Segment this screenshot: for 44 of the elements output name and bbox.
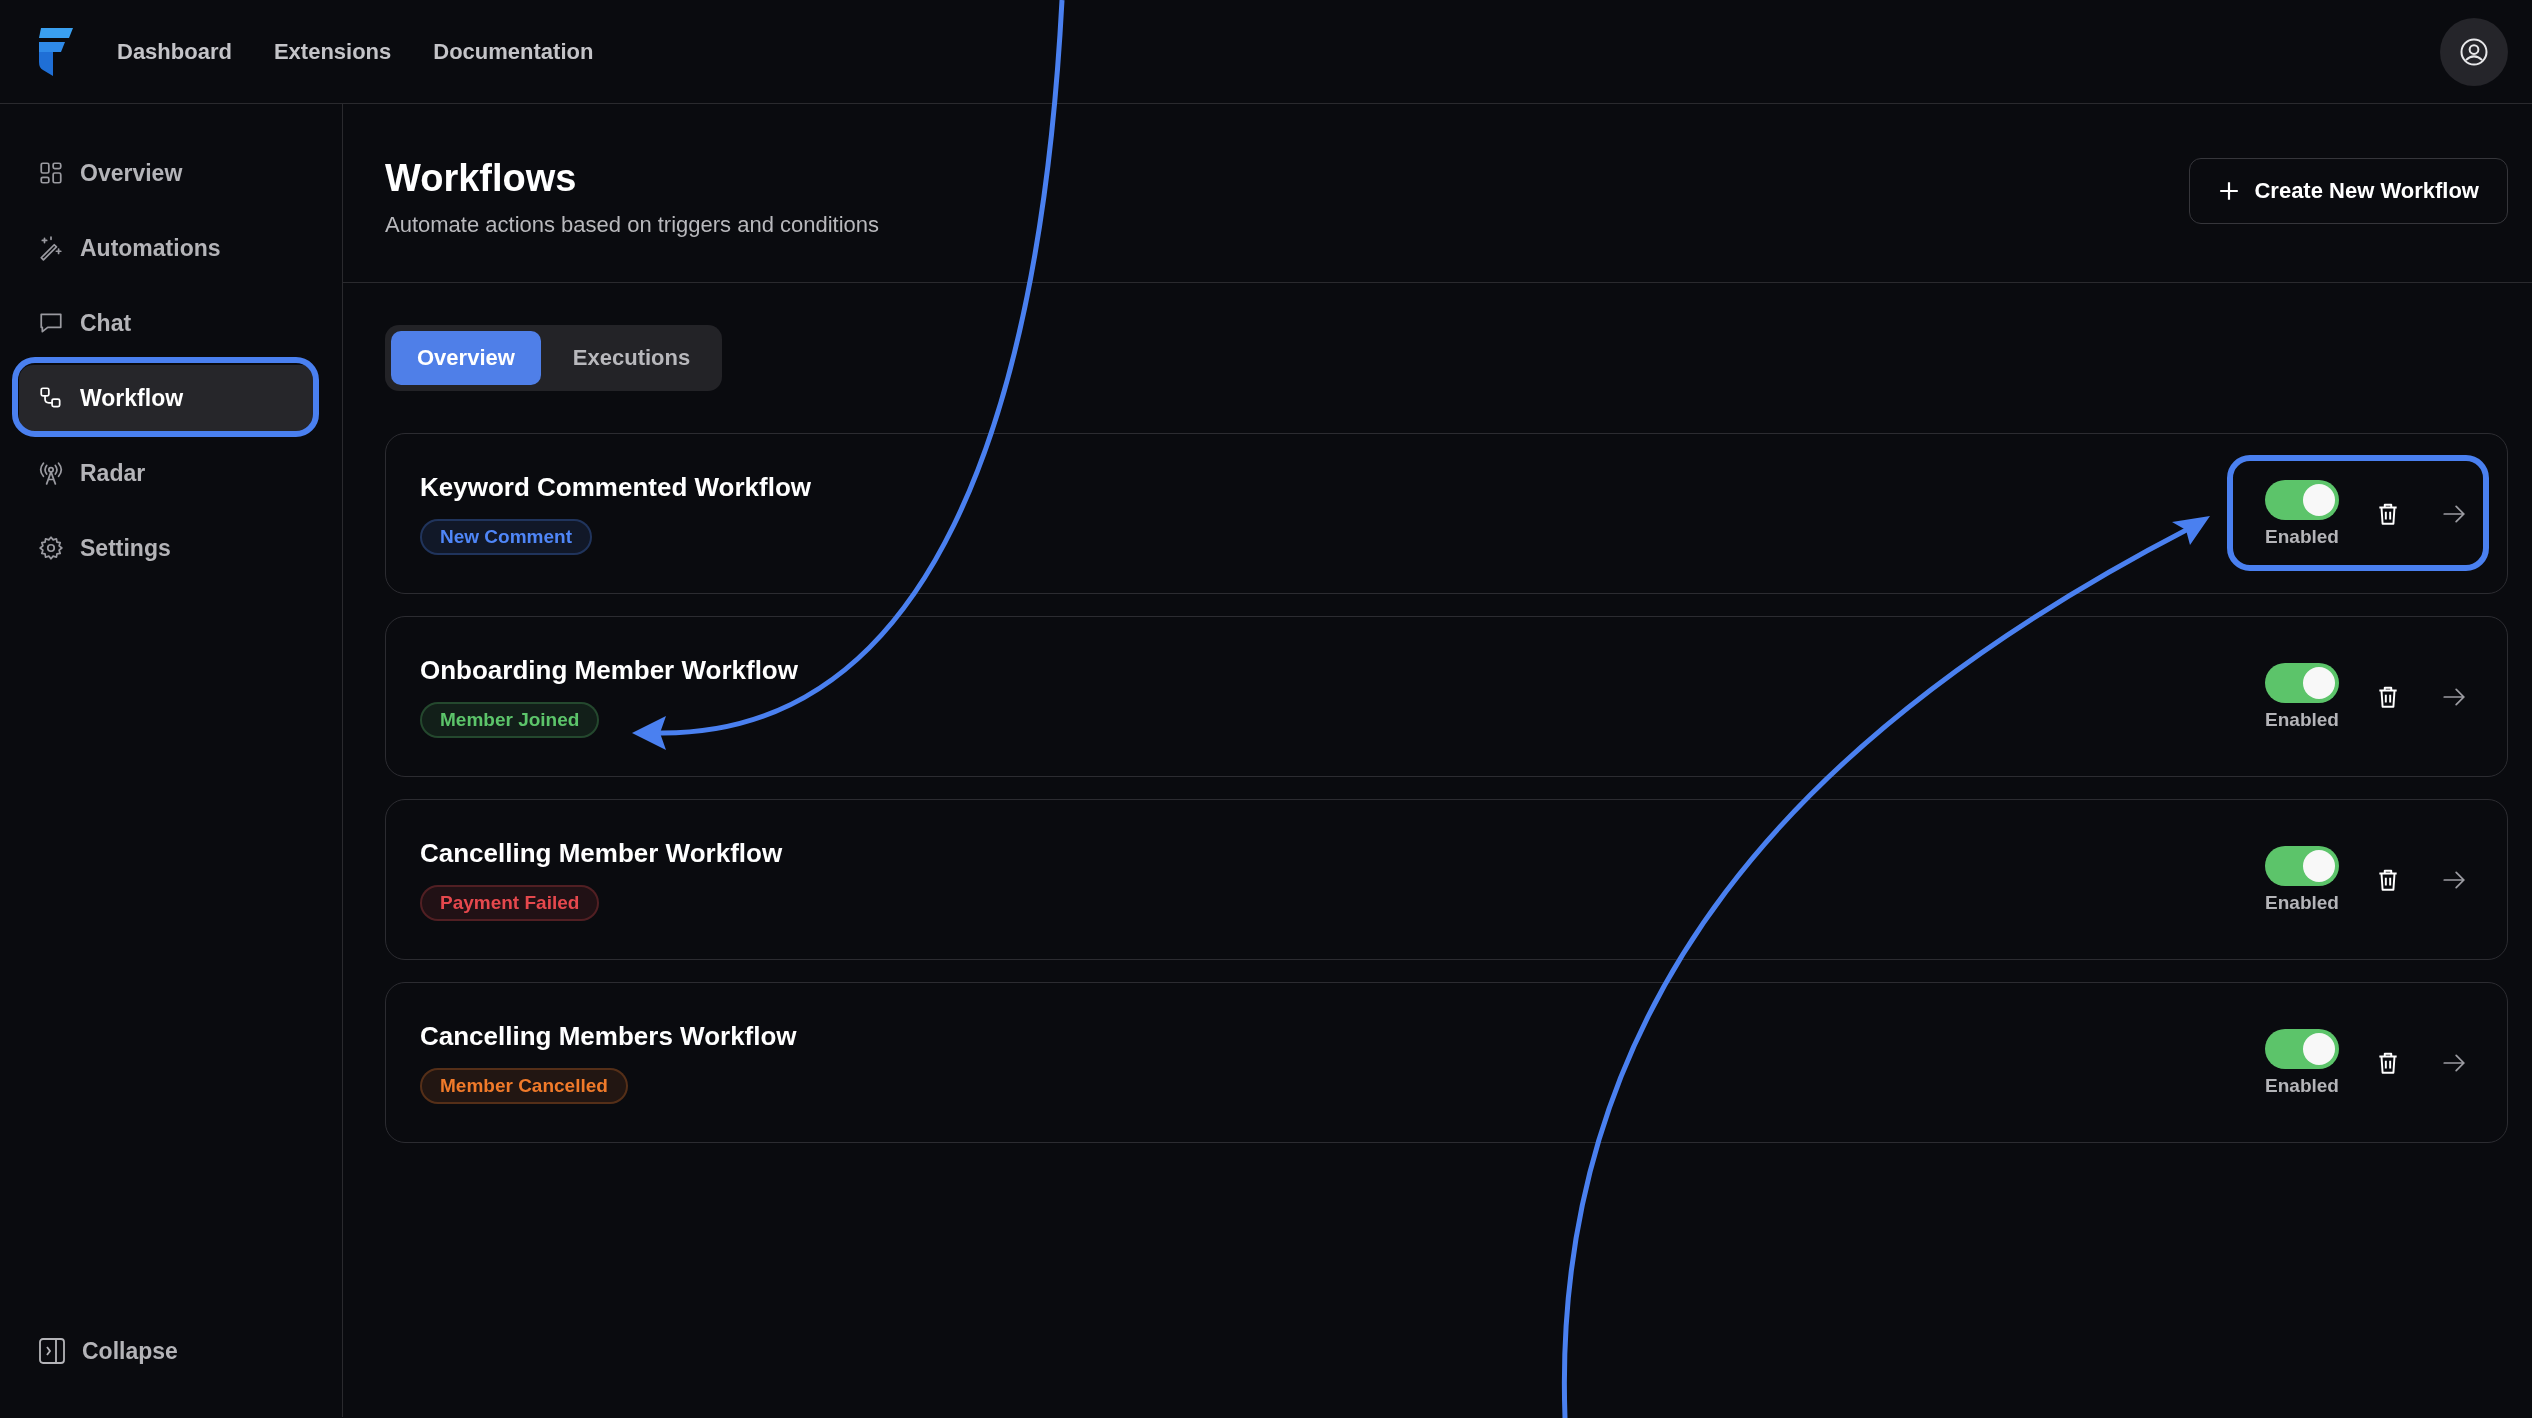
enable-toggle[interactable] xyxy=(2265,662,2339,703)
logo-icon[interactable] xyxy=(37,27,73,76)
workflow-card[interactable]: Cancelling Member Workflow Payment Failed Enabled xyxy=(385,799,2508,960)
workflow-name: Keyword Commented Workflow xyxy=(420,472,811,503)
collapse-button[interactable]: Collapse xyxy=(19,1337,318,1365)
sidebar-toggle-icon xyxy=(38,1337,66,1365)
trigger-tag: Member Joined xyxy=(420,702,600,738)
nav-link[interactable]: Dashboard xyxy=(117,38,232,65)
workflow-card[interactable]: Onboarding Member Workflow Member Joined Enabled xyxy=(385,616,2508,777)
nav-link[interactable]: Extensions xyxy=(273,38,392,65)
plus-icon xyxy=(2218,180,2241,202)
user-icon xyxy=(2459,36,2489,67)
page-subtitle: Automate actions based on triggers and conditions xyxy=(385,211,880,238)
status-label: Enabled xyxy=(2265,525,2339,548)
enable-toggle[interactable] xyxy=(2265,1028,2339,1069)
workflow-name: Cancelling Members Workflow xyxy=(420,1021,797,1052)
sidebar-item[interactable]: Radar xyxy=(19,440,318,506)
sidebar-item[interactable]: Overview xyxy=(19,140,318,206)
enable-toggle[interactable] xyxy=(2265,479,2339,520)
tab[interactable]: Overview xyxy=(391,331,541,385)
tab[interactable]: Executions xyxy=(546,331,717,385)
workflow-card[interactable]: Cancelling Members Workflow Member Cancelled Enabled xyxy=(385,982,2508,1143)
status-label: Enabled xyxy=(2265,708,2339,731)
chat-bubble-icon xyxy=(38,310,64,336)
workflow-card[interactable]: Keyword Commented Workflow New Comment Enabled xyxy=(385,433,2508,594)
grid-icon xyxy=(38,160,64,186)
sidebar-item[interactable]: Chat xyxy=(19,290,318,356)
flow-nodes-icon xyxy=(38,385,64,411)
workflow-name: Cancelling Member Workflow xyxy=(420,838,783,869)
sidebar-item[interactable]: Automations xyxy=(19,215,318,281)
trigger-tag: Payment Failed xyxy=(420,885,600,921)
sidebar-item[interactable]: Settings xyxy=(19,515,318,581)
page-title: Workflows xyxy=(385,156,578,200)
antenna-icon xyxy=(38,460,64,486)
settings-icon xyxy=(38,535,64,561)
enable-toggle[interactable] xyxy=(2265,845,2339,886)
workflow-name: Onboarding Member Workflow xyxy=(420,655,798,686)
nav-link[interactable]: Documentation xyxy=(433,38,594,65)
create-workflow-button[interactable]: Create New Workflow xyxy=(2189,158,2508,224)
status-label: Enabled xyxy=(2265,1074,2339,1097)
magic-wand-icon xyxy=(38,235,64,261)
trigger-tag: New Comment xyxy=(420,519,592,555)
status-label: Enabled xyxy=(2265,891,2339,914)
trigger-tag: Member Cancelled xyxy=(420,1068,628,1104)
